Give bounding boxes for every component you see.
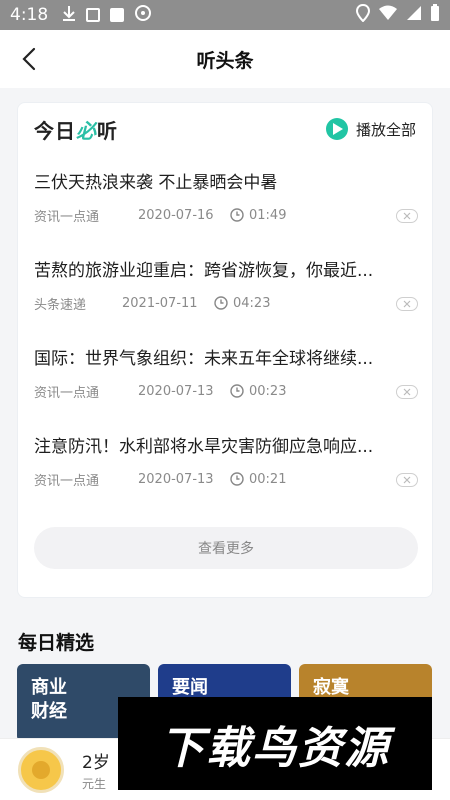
news-date: 2021-07-11 <box>122 295 198 311</box>
mini-player-subtitle: 元生 <box>82 776 107 791</box>
news-title[interactable]: 苦熬的旅游业迎重启：跨省游恢复，你最近... <box>34 259 414 283</box>
signal-icon <box>406 5 422 26</box>
brand-suffix: 听 <box>97 118 118 143</box>
news-meta: 资讯一点通 2020-07-16 01:49 <box>34 205 420 225</box>
battery-icon <box>430 3 440 27</box>
news-item[interactable]: 国际：世界气象组织：未来五年全球将继续... 资讯一点通 2020-07-13 … <box>34 347 420 427</box>
news-item[interactable]: 三伏天热浪来袭 不止暴晒会中暑 资讯一点通 2020-07-16 01:49 <box>34 171 420 251</box>
app-a-icon <box>86 8 101 22</box>
news-source: 资讯一点通 <box>34 209 100 225</box>
news-duration: 04:23 <box>233 295 271 311</box>
app-square-icon <box>110 8 125 22</box>
album-cover[interactable] <box>18 746 64 793</box>
play-icon <box>325 118 348 140</box>
clock-icon <box>230 472 244 486</box>
news-duration: 00:21 <box>249 471 287 487</box>
clock-icon <box>214 296 228 310</box>
news-source: 资讯一点通 <box>34 473 100 489</box>
brand-logo: 今日必听 <box>34 115 118 144</box>
mini-player-title: 2岁 <box>82 752 110 773</box>
news-date: 2020-07-16 <box>138 207 214 223</box>
remove-button[interactable] <box>396 297 418 311</box>
news-source: 头条速递 <box>34 297 87 313</box>
play-all-button[interactable]: 播放全部 <box>325 118 416 140</box>
status-time: 4:18 <box>10 5 49 25</box>
news-meta: 头条速递 2021-07-11 04:23 <box>34 293 420 313</box>
play-all-label: 播放全部 <box>355 120 416 139</box>
news-title[interactable]: 三伏天热浪来袭 不止暴晒会中暑 <box>34 171 414 195</box>
news-date: 2020-07-13 <box>138 383 214 399</box>
brand-accent: 必 <box>76 118 97 143</box>
status-bar: 4:18 <box>0 0 450 30</box>
remove-button[interactable] <box>396 209 418 223</box>
page-title: 听头条 <box>196 49 254 72</box>
view-more-button[interactable]: 查看更多 <box>34 527 418 569</box>
news-item[interactable]: 注意防汛！水利部将水旱灾害防御应急响应... 资讯一点通 2020-07-13 … <box>34 435 420 515</box>
news-duration: 00:23 <box>249 383 287 399</box>
remove-button[interactable] <box>396 473 418 487</box>
news-title[interactable]: 注意防汛！水利部将水旱灾害防御应急响应... <box>34 435 414 459</box>
watermark: 下载鸟资源 <box>118 697 432 790</box>
remove-button[interactable] <box>396 385 418 399</box>
chevron-left-icon <box>22 47 36 71</box>
back-button[interactable] <box>14 44 44 74</box>
close-icon <box>403 212 411 220</box>
location-icon <box>355 3 371 27</box>
wifi-icon <box>378 5 398 26</box>
podcast-icon <box>134 4 152 27</box>
news-title[interactable]: 国际：世界气象组织：未来五年全球将继续... <box>34 347 414 371</box>
news-item[interactable]: 苦熬的旅游业迎重启：跨省游恢复，你最近... 头条速递 2021-07-11 0… <box>34 259 420 339</box>
today-must-listen-card: 今日必听 播放全部 三伏天热浪来袭 不止暴晒会中暑 资讯一点通 2020-07-… <box>17 102 433 598</box>
news-duration: 01:49 <box>249 207 287 223</box>
close-icon <box>403 300 411 308</box>
clock-icon <box>230 384 244 398</box>
card-header: 今日必听 播放全部 <box>18 103 432 155</box>
close-icon <box>403 388 411 396</box>
app-header: 听头条 <box>0 30 450 88</box>
news-meta: 资讯一点通 2020-07-13 00:21 <box>34 469 420 489</box>
news-meta: 资讯一点通 2020-07-13 00:23 <box>34 381 420 401</box>
close-icon <box>403 476 411 484</box>
news-source: 资讯一点通 <box>34 385 100 401</box>
news-date: 2020-07-13 <box>138 471 214 487</box>
clock-icon <box>230 208 244 222</box>
daily-picks-title: 每日精选 <box>18 632 95 654</box>
download-icon <box>62 5 76 26</box>
brand-prefix: 今日 <box>34 118 76 143</box>
